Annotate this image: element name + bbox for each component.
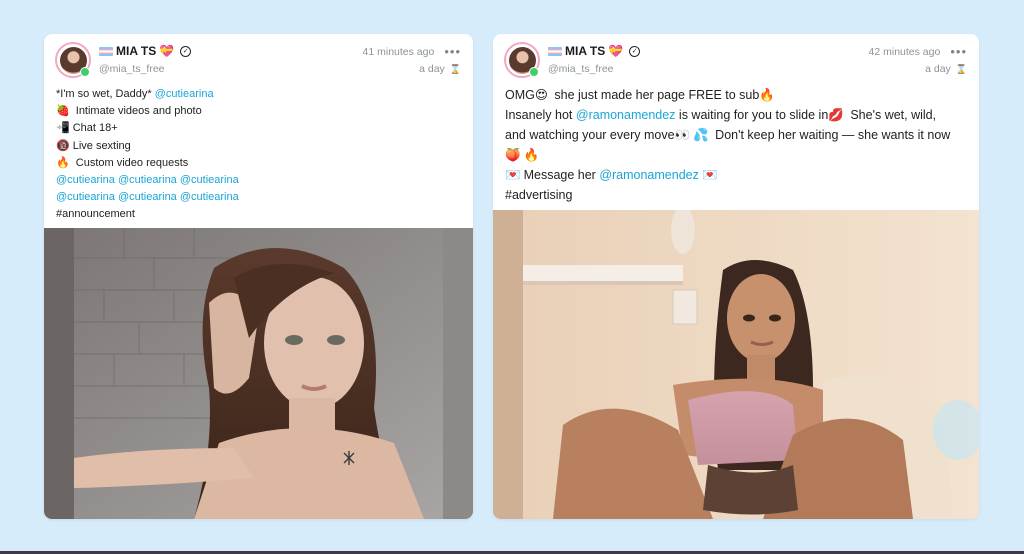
post-text-line: 💌 Message her @ramonamendez 💌	[505, 166, 967, 186]
mention-link[interactable]: @cutiearina	[56, 174, 115, 186]
emoji-icon: 💌	[505, 167, 521, 182]
post-expiry: a day	[925, 63, 951, 75]
more-icon[interactable]: •••	[950, 45, 967, 58]
post-card: MIA TS 💝 ✓ @mia_ts_free 41 minutes ago •…	[44, 34, 473, 519]
post-time: 42 minutes ago	[868, 45, 941, 58]
verified-icon: ✓	[629, 45, 641, 57]
post-time: 41 minutes ago	[362, 45, 435, 58]
text-segment: she just made her page FREE to sub	[550, 88, 760, 102]
post-text-line: @cutiearina @cutiearina @cutiearina	[56, 172, 461, 189]
text-segment: is waiting for you to slide in	[675, 107, 829, 122]
post-text-line: *I'm so wet, Daddy* @cutiearina	[56, 86, 461, 103]
post-text-line: @cutiearina @cutiearina @cutiearina	[56, 189, 461, 206]
post-text: *I'm so wet, Daddy* @cutiearina 🍓 Intimat…	[44, 86, 473, 224]
text-segment: Intimate videos and photo	[72, 105, 202, 118]
text-segment: She's wet, wild,	[846, 107, 937, 122]
mention-link[interactable]: @ramonamendez	[576, 108, 676, 122]
post-text-line: 🔥 Custom video requests	[56, 155, 461, 172]
post-card: MIA TS 💝 ✓ @mia_ts_free 42 minutes ago •…	[493, 34, 979, 519]
text-segment: Insanely hot	[505, 107, 576, 122]
mention-link[interactable]: @ramonamendez	[599, 168, 699, 182]
verified-icon: ✓	[180, 45, 192, 57]
text-segment: and watching your every move	[505, 127, 675, 142]
text-segment: *I'm so wet, Daddy*	[56, 88, 155, 100]
post-text-line: 🔞 Live sexting	[56, 138, 461, 155]
post-text-line: and watching your every move👀 💦 Don't kee…	[505, 126, 967, 146]
post-header: MIA TS 💝 ✓ @mia_ts_free 41 minutes ago •…	[44, 34, 473, 86]
text-segment: Message her	[523, 167, 600, 182]
post-text-line: 🍑 🔥	[505, 146, 967, 166]
hourglass-icon: ⌛	[955, 63, 967, 74]
mention-link[interactable]: @cutiearina	[118, 191, 177, 203]
post-text: OMG😍 she just made her page FREE to sub🔥…	[493, 86, 979, 205]
text-segment: Custom video requests	[72, 156, 189, 169]
online-status-icon	[529, 67, 539, 77]
more-icon[interactable]: •••	[444, 45, 461, 58]
text-segment: Live sexting	[72, 139, 131, 152]
hourglass-icon: ⌛	[449, 63, 461, 74]
author-name-row[interactable]: MIA TS 💝 ✓	[548, 44, 641, 58]
post-header: MIA TS 💝 ✓ @mia_ts_free 42 minutes ago •…	[493, 34, 979, 86]
text-segment: #advertising	[505, 187, 573, 202]
post-text-line: Insanely hot @ramonamendez is waiting fo…	[505, 106, 967, 126]
mention-link[interactable]: @cutiearina	[56, 191, 115, 203]
emoji-icon: 👀	[674, 127, 691, 142]
emoji-icon: 😍	[534, 88, 548, 102]
post-text-line: #advertising	[505, 186, 967, 206]
author-name-row[interactable]: MIA TS 💝 ✓	[99, 44, 192, 58]
post-text-line: 📲 Chat 18+	[56, 120, 461, 137]
text-segment: #announcement	[56, 208, 135, 221]
emoji-icon: 💦	[693, 127, 709, 142]
emoji-icon: 🔞	[56, 139, 70, 152]
author-name: MIA TS	[116, 44, 157, 58]
emoji-icon: 🔥	[56, 156, 70, 169]
emoji-icon: 📲	[56, 122, 70, 135]
trans-flag-icon	[99, 46, 113, 56]
emoji-icon: 💋	[828, 107, 844, 122]
text-segment: Don't keep her waiting — she wants it no…	[711, 127, 951, 142]
mention-link[interactable]: @cutiearina	[155, 88, 214, 100]
emoji-icon: 💌	[702, 167, 718, 182]
emoji-icon: 🔥	[759, 88, 775, 102]
heart-icon: 💝	[159, 44, 175, 58]
post-image[interactable]	[493, 210, 979, 519]
trans-flag-icon	[548, 46, 562, 56]
emoji-icon: 🍑	[505, 147, 521, 162]
mention-link[interactable]: @cutiearina	[180, 174, 239, 186]
author-handle[interactable]: @mia_ts_free	[548, 63, 614, 75]
post-text-line: 🍓 Intimate videos and photo	[56, 103, 461, 120]
emoji-icon: 🍓	[56, 105, 70, 118]
post-expiry: a day	[419, 63, 445, 75]
post-text-line: #announcement	[56, 206, 461, 223]
online-status-icon	[80, 67, 90, 77]
post-image[interactable]	[44, 228, 473, 519]
text-segment: OMG	[505, 88, 535, 102]
author-handle[interactable]: @mia_ts_free	[99, 63, 165, 75]
avatar[interactable]	[55, 42, 91, 78]
emoji-icon: 🔥	[523, 147, 540, 162]
mention-link[interactable]: @cutiearina	[180, 191, 239, 203]
text-segment: Chat 18+	[72, 122, 118, 135]
post-text-line: OMG😍 she just made her page FREE to sub🔥	[505, 86, 967, 106]
avatar[interactable]	[504, 42, 540, 78]
heart-icon: 💝	[608, 44, 624, 58]
mention-link[interactable]: @cutiearina	[118, 174, 177, 186]
author-name: MIA TS	[565, 44, 606, 58]
